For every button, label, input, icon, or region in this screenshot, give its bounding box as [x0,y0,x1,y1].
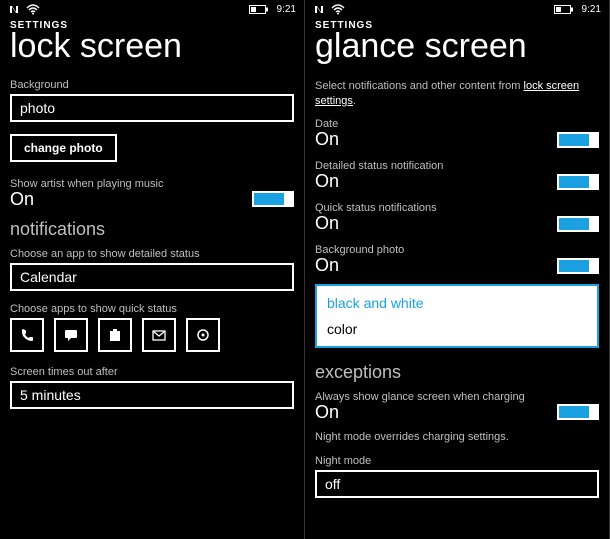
detailed-toggle[interactable] [557,174,599,190]
night-mode-select[interactable]: off [315,470,599,498]
page-title: lock screen [10,29,294,65]
phone-icon [19,327,35,343]
app-icon [195,327,211,343]
detailed-toggle-label: Detailed status notification [315,160,599,172]
phone-lock-screen: 9:21 SETTINGS lock screen Background pho… [0,0,305,539]
photo-option-bw[interactable]: black and white [317,290,597,316]
photo-toggle-row: Background photo On [315,244,599,276]
message-icon [63,327,79,343]
charging-toggle-label: Always show glance screen when charging [315,391,599,403]
detailed-status-label: Choose an app to show detailed status [10,248,294,260]
charging-note: Night mode overrides charging settings. [315,430,599,445]
page-title: glance screen [315,29,599,65]
photo-color-select[interactable]: black and white color [315,284,599,348]
quick-slot-app[interactable] [186,318,220,352]
artist-toggle-row: Show artist when playing music On [10,178,294,210]
quick-status-label: Choose apps to show quick status [10,303,294,315]
email-icon [151,327,167,343]
exceptions-header: exceptions [315,362,599,383]
quick-toggle-label: Quick status notifications [315,202,599,214]
phone-glance-screen: 9:21 SETTINGS glance screen Select notif… [305,0,610,539]
quick-slot-phone[interactable] [10,318,44,352]
artist-toggle[interactable] [252,191,294,207]
background-select[interactable]: photo [10,94,294,122]
charging-toggle[interactable] [557,404,599,420]
battery-icon [249,5,269,14]
quick-slot-store[interactable] [98,318,132,352]
change-photo-button[interactable]: change photo [10,134,117,162]
quick-slot-email[interactable] [142,318,176,352]
clock: 9:21 [277,4,296,15]
quick-slot-message[interactable] [54,318,88,352]
background-label: Background [10,79,294,91]
photo-option-color[interactable]: color [317,316,597,342]
quick-toggle-row: Quick status notifications On [315,202,599,234]
clock: 9:21 [582,4,601,15]
artist-toggle-label: Show artist when playing music [10,178,294,190]
quick-toggle[interactable] [557,216,599,232]
wifi-icon [331,4,345,15]
detailed-status-select[interactable]: Calendar [10,263,294,291]
nfc-icon [313,4,325,15]
status-bar: 9:21 [0,0,304,18]
intro-text: Select notifications and other content f… [315,79,599,109]
timeout-select[interactable]: 5 minutes [10,381,294,409]
date-toggle-label: Date [315,118,599,130]
detailed-toggle-row: Detailed status notification On [315,160,599,192]
night-mode-label: Night mode [315,455,599,467]
charging-toggle-row: Always show glance screen when charging … [315,391,599,423]
photo-toggle[interactable] [557,258,599,274]
nfc-icon [8,4,20,15]
status-bar: 9:21 [305,0,609,18]
notifications-header: notifications [10,219,294,240]
quick-status-icons [10,318,294,352]
date-toggle[interactable] [557,132,599,148]
lock-screen-content: SETTINGS lock screen Background photo ch… [0,18,304,539]
battery-icon [554,5,574,14]
photo-toggle-label: Background photo [315,244,599,256]
glance-screen-content: SETTINGS glance screen Select notificati… [305,18,609,539]
date-toggle-row: Date On [315,118,599,150]
store-icon [107,327,123,343]
timeout-label: Screen times out after [10,366,294,378]
wifi-icon [26,4,40,15]
